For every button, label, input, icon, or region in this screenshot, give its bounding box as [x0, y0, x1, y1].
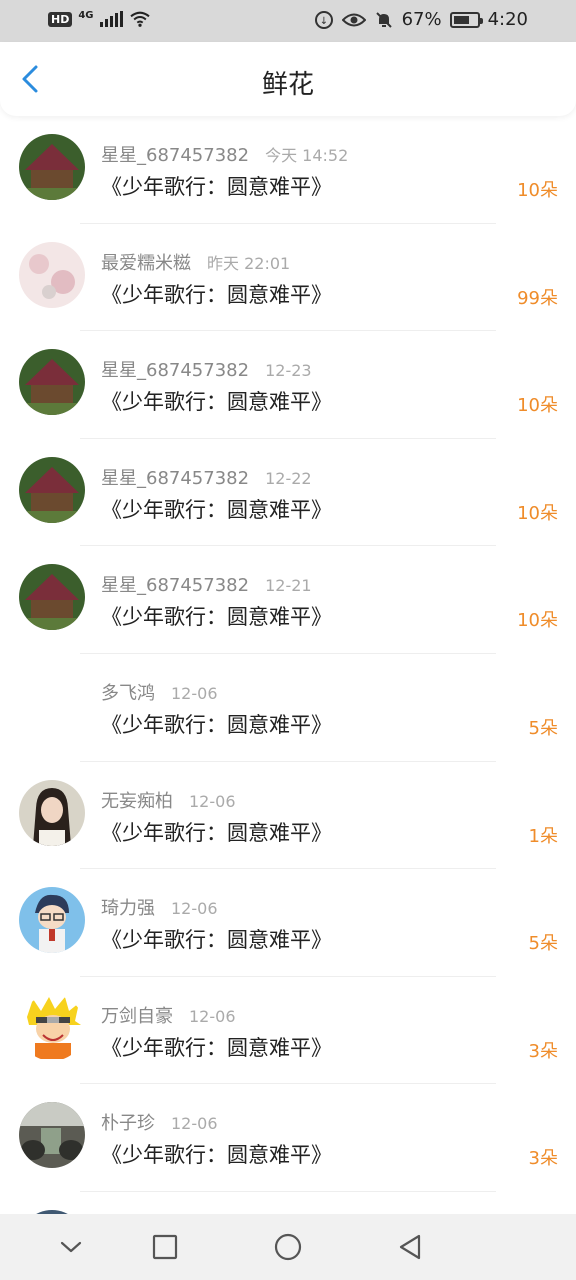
- home-icon[interactable]: [271, 1230, 305, 1264]
- user-name[interactable]: 星星_687457382: [101, 356, 249, 382]
- status-bar: HD 4G ↓ 67% 4:20: [0, 0, 576, 42]
- user-name[interactable]: 星星_687457382: [101, 141, 249, 167]
- list-item[interactable]: 朴子珍 12-06 《少年歌行：圆意难平》 3朵: [0, 1084, 576, 1192]
- status-right: ↓ 67% 4:20: [314, 9, 528, 30]
- flower-amount: 10朵: [517, 610, 558, 632]
- user-name[interactable]: 最爱糯米糍: [101, 249, 191, 275]
- name-line: 万剑自豪 12-06: [101, 1002, 236, 1028]
- flower-amount: 1朵: [528, 825, 558, 847]
- battery-percent: 67%: [401, 9, 442, 30]
- timestamp: 今天 14:52: [265, 146, 349, 165]
- eye-icon: [341, 13, 366, 26]
- list-item[interactable]: 琦力强 12-06 《少年歌行：圆意难平》 5朵: [0, 869, 576, 977]
- work-title[interactable]: 《少年歌行：圆意难平》: [101, 279, 332, 309]
- work-title[interactable]: 《少年歌行：圆意难平》: [101, 1139, 332, 1169]
- recents-icon[interactable]: [148, 1230, 182, 1264]
- list-item[interactable]: 多飞鸿 12-06 《少年歌行：圆意难平》 5朵: [0, 654, 576, 762]
- signal-icon: [99, 11, 123, 27]
- timestamp: 12-06: [171, 683, 218, 703]
- header: 鲜花: [0, 42, 576, 116]
- name-line: 多飞鸿 12-06: [101, 679, 218, 705]
- name-line: 琦力强 12-06: [101, 894, 218, 920]
- work-title[interactable]: 《少年歌行：圆意难平》: [101, 817, 332, 847]
- user-name[interactable]: 星星_687457382: [101, 464, 249, 490]
- mute-icon: [375, 11, 392, 28]
- avatar[interactable]: [19, 672, 85, 738]
- name-line: 无妄痴柏 12-06: [101, 787, 236, 813]
- flower-amount: 5朵: [528, 933, 558, 955]
- page-title: 鲜花: [261, 70, 314, 100]
- back-icon[interactable]: [393, 1230, 427, 1264]
- work-title[interactable]: 《少年歌行：圆意难平》: [101, 924, 332, 954]
- system-nav-bar: [0, 1214, 576, 1280]
- user-name[interactable]: 无妄痴柏: [101, 787, 173, 813]
- wifi-icon: [129, 11, 150, 27]
- avatar[interactable]: [19, 349, 85, 416]
- timestamp: 12-22: [265, 468, 312, 488]
- timestamp: 昨天 22:01: [207, 253, 291, 273]
- data-saver-icon: ↓: [314, 10, 333, 29]
- avatar[interactable]: [19, 1102, 85, 1169]
- timestamp: 12-23: [265, 361, 312, 381]
- avatar[interactable]: [19, 887, 85, 954]
- name-line: 星星_687457382 12-23: [101, 356, 312, 382]
- flower-amount: 5朵: [528, 717, 558, 739]
- network-type: 4G: [78, 9, 94, 21]
- list-item[interactable]: 星星_687457382 12-22 《少年歌行：圆意难平》 10朵: [0, 439, 576, 547]
- timestamp: 12-21: [265, 576, 312, 596]
- timestamp: 12-06: [189, 791, 236, 811]
- flower-list: 星星_687457382 今天 14:52 《少年歌行：圆意难平》 10朵 最爱…: [0, 116, 576, 1280]
- battery-icon: [449, 11, 483, 28]
- list-item[interactable]: 星星_687457382 12-21 《少年歌行：圆意难平》 10朵: [0, 546, 576, 654]
- user-name[interactable]: 星星_687457382: [101, 571, 249, 597]
- list-item[interactable]: 星星_687457382 12-23 《少年歌行：圆意难平》 10朵: [0, 331, 576, 439]
- collapse-icon[interactable]: [54, 1230, 88, 1264]
- work-title[interactable]: 《少年歌行：圆意难平》: [101, 386, 332, 416]
- avatar[interactable]: [19, 994, 85, 1061]
- svg-text:↓: ↓: [319, 16, 327, 27]
- user-name[interactable]: 朴子珍: [101, 1109, 155, 1135]
- name-line: 星星_687457382 12-22: [101, 464, 312, 490]
- work-title[interactable]: 《少年歌行：圆意难平》: [101, 494, 332, 524]
- timestamp: 12-06: [171, 899, 218, 919]
- status-left: HD 4G: [48, 10, 151, 28]
- user-name[interactable]: 多飞鸿: [101, 679, 155, 705]
- avatar[interactable]: [19, 134, 85, 200]
- flower-amount: 3朵: [528, 1040, 558, 1062]
- flower-amount: 10朵: [517, 180, 558, 201]
- work-title[interactable]: 《少年歌行：圆意难平》: [101, 1032, 332, 1062]
- user-name[interactable]: 琦力强: [101, 894, 155, 920]
- hd-icon: HD: [48, 11, 73, 27]
- flower-amount: 10朵: [517, 502, 558, 524]
- flower-amount: 99朵: [517, 287, 558, 309]
- work-title[interactable]: 《少年歌行：圆意难平》: [101, 171, 332, 201]
- avatar[interactable]: [19, 564, 85, 631]
- work-title[interactable]: 《少年歌行：圆意难平》: [101, 601, 332, 631]
- screen: HD 4G ↓ 67% 4:20 鲜花 星星_687457382 今天 14:5…: [0, 0, 576, 1280]
- name-line: 最爱糯米糍 昨天 22:01: [101, 249, 290, 275]
- timestamp: 12-06: [171, 1114, 218, 1134]
- timestamp: 12-06: [189, 1006, 236, 1026]
- flower-amount: 3朵: [528, 1148, 558, 1170]
- avatar[interactable]: [19, 456, 85, 523]
- list-item[interactable]: 最爱糯米糍 昨天 22:01 《少年歌行：圆意难平》 99朵: [0, 224, 576, 332]
- name-line: 朴子珍 12-06: [101, 1109, 218, 1135]
- name-line: 星星_687457382 12-21: [101, 571, 312, 597]
- clock: 4:20: [487, 9, 528, 30]
- name-line: 星星_687457382 今天 14:52: [101, 141, 348, 167]
- avatar[interactable]: [19, 241, 85, 308]
- work-title[interactable]: 《少年歌行：圆意难平》: [101, 709, 332, 739]
- list-item[interactable]: 无妄痴柏 12-06 《少年歌行：圆意难平》 1朵: [0, 762, 576, 870]
- list-item[interactable]: 星星_687457382 今天 14:52 《少年歌行：圆意难平》 10朵: [0, 116, 576, 224]
- flower-amount: 10朵: [517, 395, 558, 417]
- avatar[interactable]: [19, 779, 85, 846]
- list-item[interactable]: 万剑自豪 12-06 《少年歌行：圆意难平》 3朵: [0, 977, 576, 1085]
- user-name[interactable]: 万剑自豪: [101, 1002, 173, 1028]
